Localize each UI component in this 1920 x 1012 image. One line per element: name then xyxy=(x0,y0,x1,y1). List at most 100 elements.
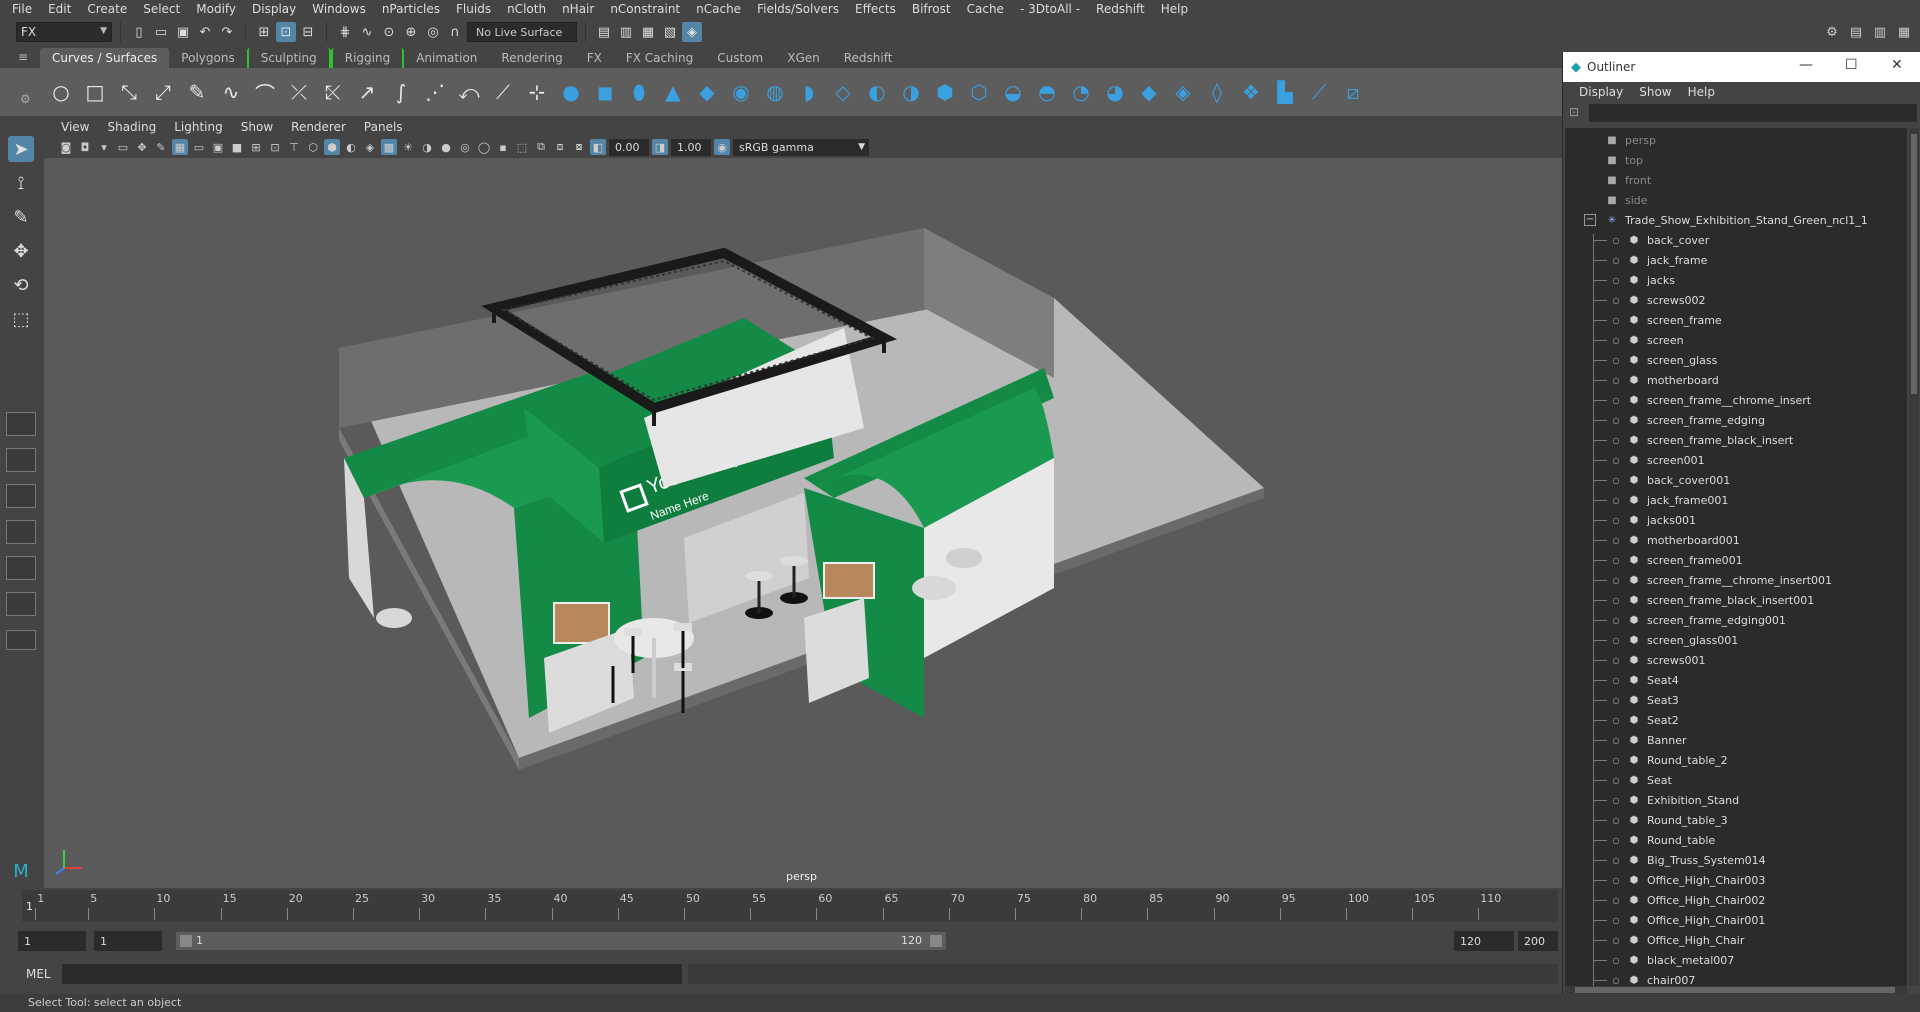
outliner-mesh-row[interactable]: ○ ⬢ Round_table_2 xyxy=(1565,750,1907,770)
playback-start-field[interactable]: 1 xyxy=(94,931,162,951)
current-frame-marker[interactable]: 1 xyxy=(26,900,33,918)
attach-curves-icon[interactable]: ⤫ xyxy=(286,79,312,105)
expand-arrow-icon[interactable]: ○ xyxy=(1609,316,1623,325)
menu-item[interactable]: File xyxy=(4,0,40,18)
shelf-tab[interactable]: Animation xyxy=(404,48,489,68)
layout-stacked-button[interactable] xyxy=(6,520,36,544)
expand-arrow-icon[interactable]: ○ xyxy=(1609,236,1623,245)
offset-curve-icon[interactable]: ⟋ xyxy=(490,79,516,105)
expand-arrow-icon[interactable]: ○ xyxy=(1609,856,1623,865)
intersect-surfaces-icon[interactable]: ◓ xyxy=(1034,79,1060,105)
expand-arrow-icon[interactable]: ○ xyxy=(1609,276,1623,285)
outliner-mesh-row[interactable]: ○ ⬢ Office_High_Chair002 xyxy=(1565,890,1907,910)
shelf-tab[interactable]: Polygons xyxy=(169,48,246,68)
outliner-mesh-row[interactable]: ○ ⬢ Office_High_Chair xyxy=(1565,930,1907,950)
insert-isoparm-icon[interactable]: ▙ xyxy=(1272,79,1298,105)
menu-item[interactable]: Help xyxy=(1153,0,1196,18)
nurbs-plane-icon[interactable]: ◆ xyxy=(694,79,720,105)
bookmark-icon[interactable]: ▾ xyxy=(96,139,112,155)
shelf-tab[interactable]: Rigging xyxy=(330,48,405,68)
range-bar[interactable]: 1 120 xyxy=(176,932,946,950)
outliner-mesh-row[interactable]: ○ ⬢ Office_High_Chair003 xyxy=(1565,870,1907,890)
expand-arrow-icon[interactable]: ○ xyxy=(1609,296,1623,305)
ipr-render-icon[interactable]: ▦ xyxy=(638,22,658,42)
nurbs-circle-icon[interactable]: ○ xyxy=(48,79,74,105)
x-ray-joints-icon[interactable]: ⧈ xyxy=(552,139,568,155)
expand-arrow-icon[interactable]: ○ xyxy=(1609,576,1623,585)
outliner-mesh-row[interactable]: ○ ⬢ chair007 xyxy=(1565,970,1907,987)
outliner-horizontal-scrollbar[interactable] xyxy=(1565,986,1907,994)
planar-icon[interactable]: ◇ xyxy=(830,79,856,105)
render-settings-icon[interactable]: ▤ xyxy=(594,22,614,42)
menu-item[interactable]: nParticles xyxy=(374,0,448,18)
snap-magnet-icon[interactable]: ∩ xyxy=(445,22,465,42)
gamma-field[interactable]: 1.00 xyxy=(671,138,711,156)
animation-end-field[interactable]: 200 xyxy=(1518,931,1558,951)
expand-arrow-icon[interactable]: ○ xyxy=(1609,336,1623,345)
select-camera-icon[interactable]: ◙ xyxy=(58,139,74,155)
tool-settings-icon[interactable]: ▥ xyxy=(1870,22,1890,42)
shelf-tab[interactable]: Sculpting xyxy=(246,48,331,68)
menu-item[interactable]: Fields/Solvers xyxy=(749,0,847,18)
expand-arrow-icon[interactable]: ○ xyxy=(1609,256,1623,265)
x-ray-components-icon[interactable]: ⧇ xyxy=(571,139,587,155)
wireframe-icon[interactable]: ⬡ xyxy=(305,139,321,155)
shelf-tab[interactable]: Curves / Surfaces xyxy=(40,48,170,68)
expand-arrow-icon[interactable]: ○ xyxy=(1609,496,1623,505)
time-ruler[interactable]: 1 5 10 15 20 25 30 35 40 45 50 55 60 65 70 75 80 85 90 95 10… xyxy=(22,890,1558,922)
outliner-camera-row[interactable]: ■ top xyxy=(1565,150,1907,170)
animation-start-field[interactable]: 1 xyxy=(18,931,86,951)
image-plane-icon[interactable]: ▭ xyxy=(115,139,131,155)
layout-graph-persp-button[interactable] xyxy=(6,592,36,616)
expand-arrow-icon[interactable]: ○ xyxy=(1609,416,1623,425)
outliner-mesh-row[interactable]: ○ ⬢ screen_frame_black_insert xyxy=(1565,430,1907,450)
menu-item[interactable]: - 3DtoAll - xyxy=(1012,0,1088,18)
expand-arrow-icon[interactable]: ○ xyxy=(1609,676,1623,685)
expand-arrow-icon[interactable]: ○ xyxy=(1609,696,1623,705)
default-material-icon[interactable]: ◐ xyxy=(343,139,359,155)
expand-arrow-icon[interactable]: ○ xyxy=(1609,956,1623,965)
x-ray-icon[interactable]: ⧉ xyxy=(533,139,549,155)
layout-four-button[interactable] xyxy=(6,448,36,472)
snap-surface-icon[interactable]: ◎ xyxy=(423,22,443,42)
outliner-mesh-row[interactable]: ○ ⬢ Seat4 xyxy=(1565,670,1907,690)
undo-icon[interactable]: ↶ xyxy=(195,22,215,42)
layout-outliner-persp-button[interactable] xyxy=(6,556,36,580)
isolate-select-icon[interactable]: ⬚ xyxy=(514,139,530,155)
expand-arrow-icon[interactable]: ○ xyxy=(1609,596,1623,605)
outliner-mesh-row[interactable]: ○ ⬢ jack_frame001 xyxy=(1565,490,1907,510)
viewport-persp[interactable]: View Shading Lighting Show Renderer Panels ◙ … xyxy=(44,118,1562,888)
textured-icon[interactable]: ▩ xyxy=(381,139,397,155)
menu-item[interactable]: Effects xyxy=(847,0,904,18)
nurbs-torus-icon[interactable]: ◉ xyxy=(728,79,754,105)
smooth-shade-icon[interactable]: ⬢ xyxy=(324,139,340,155)
expand-arrow-icon[interactable]: ○ xyxy=(1609,816,1623,825)
viewport-menu-item[interactable]: Show xyxy=(232,120,282,134)
snap-curve-icon[interactable]: ∿ xyxy=(357,22,377,42)
boundary-icon[interactable]: ⬢ xyxy=(932,79,958,105)
outliner-mesh-row[interactable]: ○ ⬢ screen_frame001 xyxy=(1565,550,1907,570)
menu-item[interactable]: Modify xyxy=(188,0,244,18)
menu-item[interactable]: Cache xyxy=(959,0,1012,18)
move-tool-icon[interactable]: ✥ xyxy=(8,238,34,264)
color-management-icon[interactable]: ◉ xyxy=(714,139,730,155)
rebuild-curve-icon[interactable]: ⋰ xyxy=(422,79,448,105)
expand-arrow-icon[interactable]: ○ xyxy=(1609,716,1623,725)
resolution-gate-icon[interactable]: ▣ xyxy=(210,139,226,155)
outliner-menu-item[interactable]: Help xyxy=(1680,85,1723,99)
depth-of-field-icon[interactable]: ▪ xyxy=(495,139,511,155)
script-language-label[interactable]: MEL xyxy=(26,967,51,981)
outliner-search-input[interactable] xyxy=(1589,104,1917,122)
menu-item[interactable]: nConstraint xyxy=(602,0,688,18)
render-frame-icon[interactable]: ▥ xyxy=(616,22,636,42)
cv-curve-icon[interactable]: ⤡ xyxy=(116,79,142,105)
lock-camera-icon[interactable]: ◘ xyxy=(77,139,93,155)
expand-arrow-icon[interactable]: ○ xyxy=(1609,976,1623,985)
viewport-menu-item[interactable]: Lighting xyxy=(165,120,232,134)
rotate-tool-icon[interactable]: ⟲ xyxy=(8,272,34,298)
scroll-thumb[interactable] xyxy=(1911,134,1917,394)
extend-surface-icon[interactable]: ⟋ xyxy=(1306,79,1332,105)
outliner-mesh-row[interactable]: ○ ⬢ Round_table xyxy=(1565,830,1907,850)
loft-icon[interactable]: ◗ xyxy=(796,79,822,105)
outliner-mesh-row[interactable]: ○ ⬢ Seat3 xyxy=(1565,690,1907,710)
